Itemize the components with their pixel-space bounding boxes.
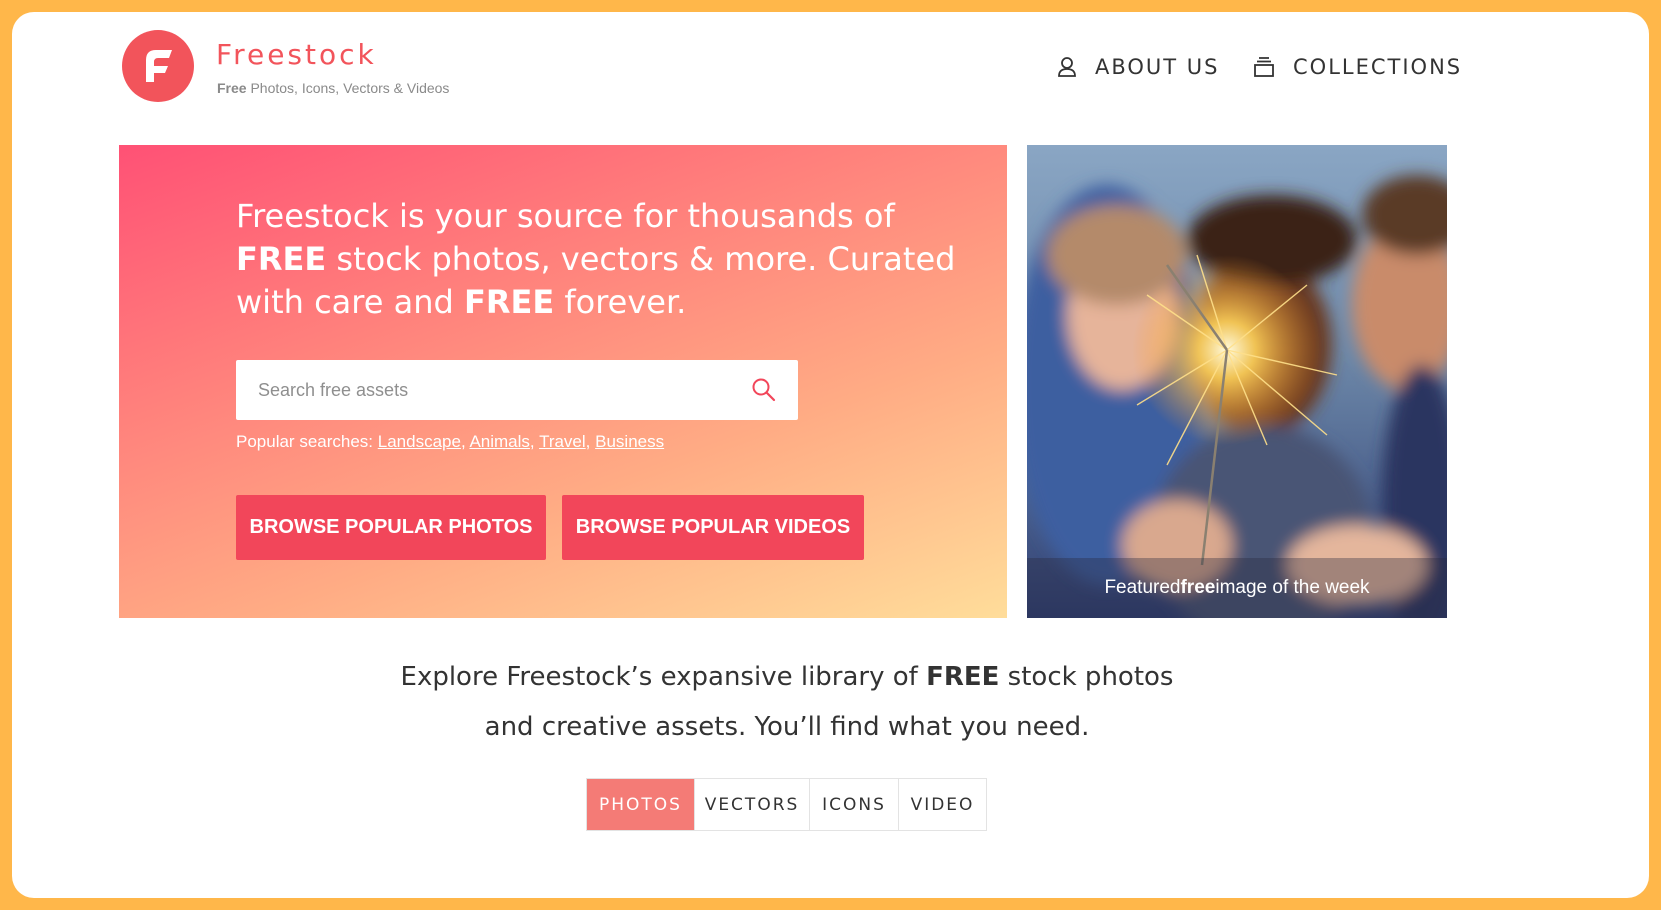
tagline-bold: Free (217, 80, 247, 96)
explore-line1-bold: FREE (926, 662, 1000, 692)
featured-caption-post: image of the week (1215, 577, 1370, 598)
featured-photo (1027, 175, 1447, 618)
search-box (236, 360, 798, 420)
hero-heading-part1: Freestock is your source for thousands o… (236, 197, 895, 235)
explore-line1-pre: Explore Freestock’s expansive library of (400, 662, 927, 692)
explore-text: Explore Freestock’s expansive library of… (312, 652, 1262, 752)
search-input[interactable] (236, 360, 738, 420)
nav-about-us[interactable]: ABOUT US (1057, 52, 1220, 82)
search-icon[interactable] (750, 376, 778, 404)
tab-icons[interactable]: ICONS (810, 779, 899, 830)
nav-collections-label: COLLECTIONS (1293, 55, 1463, 79)
freestock-logo-icon (146, 50, 172, 82)
popular-searches-label: Popular searches: (236, 432, 378, 451)
collections-icon (1254, 57, 1274, 77)
explore-line1-post: stock photos (999, 662, 1174, 692)
brand-tagline: Free Photos, Icons, Vectors & Videos (217, 80, 449, 96)
popular-searches: Popular searches: Landscape, Animals, Tr… (236, 432, 665, 451)
featured-caption-bold: free (1180, 577, 1216, 598)
brand-name[interactable]: Freestock (216, 38, 377, 71)
explore-line1: Explore Freestock’s expansive library of… (312, 652, 1262, 702)
hero-heading: Freestock is your source for thousands o… (236, 195, 966, 324)
browse-popular-photos-button[interactable]: BROWSE POPULAR PHOTOS (236, 495, 546, 560)
featured-caption-pre: Featured (1104, 577, 1181, 598)
popular-search-business[interactable]: Business (595, 432, 664, 451)
popular-search-travel[interactable]: Travel (539, 432, 586, 451)
popular-search-animals[interactable]: Animals (469, 432, 529, 451)
logo[interactable] (122, 30, 194, 102)
nav-about-label: ABOUT US (1095, 55, 1220, 79)
browse-popular-videos-button[interactable]: BROWSE POPULAR VIDEOS (562, 495, 864, 560)
hero-heading-part3: forever. (554, 283, 687, 321)
tagline-rest: Photos, Icons, Vectors & Videos (246, 80, 450, 96)
page-frame: Freestock Free Photos, Icons, Vectors & … (12, 12, 1649, 898)
popular-search-landscape[interactable]: Landscape (378, 432, 461, 451)
tab-vectors[interactable]: VECTORS (695, 779, 810, 830)
featured-caption: Featured free image of the week (1027, 558, 1447, 618)
featured-image[interactable]: Featured free image of the week (1027, 145, 1447, 618)
explore-line2: and creative assets. You’ll find what yo… (484, 712, 1090, 742)
hero-heading-bold1: FREE (236, 240, 327, 278)
hero-heading-bold2: FREE (463, 283, 555, 321)
asset-type-tabs: PHOTOS VECTORS ICONS VIDEO (586, 778, 987, 831)
user-icon (1058, 57, 1076, 77)
nav-collections[interactable]: COLLECTIONS (1253, 52, 1462, 82)
tab-video[interactable]: VIDEO (899, 779, 986, 830)
tab-photos[interactable]: PHOTOS (587, 779, 695, 830)
